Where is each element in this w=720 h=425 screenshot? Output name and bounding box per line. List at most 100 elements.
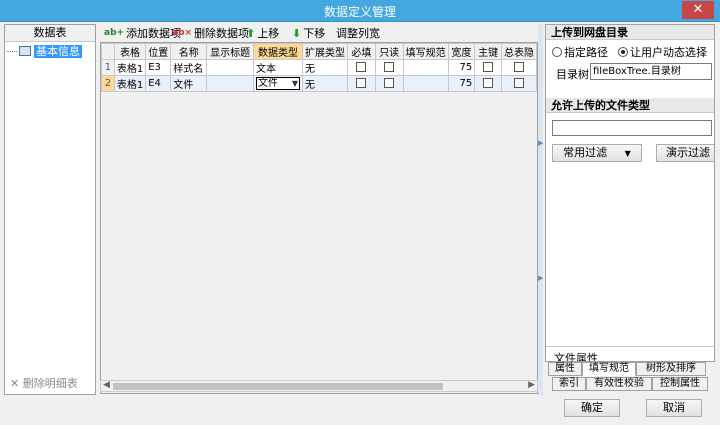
- radio-fixed-path[interactable]: [552, 47, 562, 57]
- properties-panel: 上传到网盘目录 指定路径 让用户动态选择 目录树 fileBoxTree.目录树…: [545, 24, 715, 362]
- scrollbar-thumb[interactable]: [113, 383, 443, 390]
- column-header[interactable]: 必填: [347, 43, 376, 60]
- add-item-button[interactable]: ab+ 添加数据项: [104, 25, 181, 41]
- primary-key-checkbox[interactable]: [483, 62, 494, 72]
- cell-rule[interactable]: [402, 59, 449, 76]
- arrow-down-icon: ⬇: [292, 26, 302, 40]
- column-header[interactable]: 总表隐: [500, 43, 538, 60]
- splitter-arrow-icon[interactable]: ▶: [538, 139, 543, 147]
- tab-properties[interactable]: 属性: [548, 362, 582, 376]
- column-header[interactable]: 只读: [374, 43, 404, 60]
- delete-detail-label: 删除明细表: [22, 377, 78, 390]
- cell-table[interactable]: 表格1: [113, 59, 147, 76]
- tab-tree-sort[interactable]: 树形及排序: [636, 362, 706, 376]
- cell-name[interactable]: 样式名: [170, 59, 208, 76]
- column-header[interactable]: 名称: [170, 43, 208, 60]
- cell-readonly[interactable]: [374, 59, 404, 76]
- column-header[interactable]: 宽度: [447, 43, 476, 60]
- column-header[interactable]: 显示标题: [206, 43, 254, 60]
- hidden-checkbox[interactable]: [513, 62, 524, 72]
- radio-fixed-path-label: 指定路径: [564, 46, 608, 59]
- column-header: [101, 43, 115, 60]
- data-type-value: 文件: [258, 78, 278, 89]
- divider: [546, 346, 714, 347]
- cell-title[interactable]: [206, 75, 254, 92]
- tab-fill-rules[interactable]: 填写规范: [582, 362, 636, 376]
- cancel-button[interactable]: 取消: [646, 399, 702, 417]
- cell-position[interactable]: E4: [145, 75, 172, 92]
- cell-width[interactable]: 75: [447, 75, 476, 92]
- column-header[interactable]: 主键: [474, 43, 502, 60]
- radio-dynamic-select[interactable]: [618, 47, 628, 57]
- cell-ext-type[interactable]: 无: [302, 59, 348, 76]
- table-list-panel: 数据表 基本信息: [4, 24, 96, 395]
- tab-control-props[interactable]: 控制属性: [652, 377, 708, 391]
- allowed-types-section: 允许上传的文件类型: [546, 98, 714, 113]
- tree-connector: [7, 50, 17, 52]
- column-header[interactable]: 填写规范: [402, 43, 449, 60]
- hidden-checkbox[interactable]: [513, 78, 524, 88]
- column-header[interactable]: 表格: [113, 43, 147, 60]
- column-header[interactable]: 数据类型: [253, 43, 303, 60]
- cell-hidden[interactable]: [500, 75, 538, 92]
- common-filter-dropdown[interactable]: 常用过滤 ▼: [552, 144, 642, 162]
- cell-rule[interactable]: [402, 75, 449, 92]
- row-number: 2: [101, 75, 115, 92]
- delete-item-icon: ab×: [172, 28, 193, 38]
- move-up-button[interactable]: ⬆ 上移: [246, 25, 279, 41]
- data-table: 表格 位置 名称 显示标题 数据类型 扩展类型 必填 只读 填写规范 宽度 主键…: [101, 43, 538, 92]
- cell-required[interactable]: [347, 75, 376, 92]
- delete-item-label: 删除数据项: [194, 27, 250, 40]
- readonly-checkbox[interactable]: [384, 78, 395, 88]
- cell-ext-type[interactable]: 无: [302, 75, 348, 92]
- table-row[interactable]: 2 表格1 E4 文件 文件 ▼ 无 75: [101, 75, 538, 92]
- data-type-dropdown[interactable]: 文件 ▼: [256, 77, 300, 90]
- allowed-types-header: 允许上传的文件类型: [546, 98, 714, 113]
- window-title: 数据定义管理: [323, 5, 396, 19]
- cell-width[interactable]: 75: [447, 59, 476, 76]
- delete-item-button[interactable]: ab× 删除数据项: [172, 25, 249, 41]
- cell-data-type[interactable]: 文件 ▼: [253, 75, 303, 92]
- panel-splitter[interactable]: ▶ ▶: [538, 24, 543, 395]
- move-down-button[interactable]: ⬇ 下移: [292, 25, 325, 41]
- dir-tree-field[interactable]: fileBoxTree.目录树: [590, 63, 712, 80]
- delete-detail-table-button[interactable]: ✕ 删除明细表: [4, 376, 96, 392]
- column-header[interactable]: 位置: [145, 43, 172, 60]
- table-list-header: 数据表: [5, 25, 95, 42]
- cell-primary-key[interactable]: [474, 59, 502, 76]
- cell-primary-key[interactable]: [474, 75, 502, 92]
- cell-readonly[interactable]: [374, 75, 404, 92]
- demo-filter-button[interactable]: 演示过滤: [656, 144, 714, 162]
- primary-key-checkbox[interactable]: [483, 78, 494, 88]
- cell-table[interactable]: 表格1: [113, 75, 147, 92]
- required-checkbox[interactable]: [356, 78, 367, 88]
- chevron-down-icon[interactable]: ▼: [292, 78, 298, 89]
- common-filter-label: 常用过滤: [563, 146, 608, 159]
- required-checkbox[interactable]: [356, 62, 367, 72]
- cell-title[interactable]: [206, 59, 254, 76]
- scroll-right-icon[interactable]: ▶: [528, 380, 535, 390]
- upload-section-header: 上传到网盘目录: [546, 25, 714, 40]
- readonly-checkbox[interactable]: [384, 62, 395, 72]
- tree-item-basic-info[interactable]: 基本信息: [7, 44, 82, 58]
- cell-hidden[interactable]: [500, 59, 538, 76]
- tab-validation[interactable]: 有效性校验: [586, 377, 652, 391]
- column-header[interactable]: 扩展类型: [302, 43, 348, 60]
- ok-button[interactable]: 确定: [564, 399, 620, 417]
- file-props-label: 文件属性: [554, 352, 598, 362]
- splitter-arrow-icon[interactable]: ▶: [538, 274, 543, 282]
- table-row[interactable]: 1 表格1 E3 样式名 文本 无 75: [101, 59, 538, 76]
- scroll-left-icon[interactable]: ◀: [103, 380, 110, 390]
- horizontal-scrollbar[interactable]: ◀ ▶: [100, 380, 538, 392]
- tab-index[interactable]: 索引: [552, 377, 586, 391]
- title-bar: 数据定义管理 ✕: [0, 0, 720, 22]
- adjust-width-button[interactable]: 调整列宽: [336, 25, 380, 41]
- close-button[interactable]: ✕: [682, 1, 714, 19]
- data-item-grid: 表格 位置 名称 显示标题 数据类型 扩展类型 必填 只读 填写规范 宽度 主键…: [100, 42, 538, 394]
- cell-position[interactable]: E3: [145, 59, 172, 76]
- cell-required[interactable]: [347, 59, 376, 76]
- cell-name[interactable]: 文件: [170, 75, 208, 92]
- grid-header-row: 表格 位置 名称 显示标题 数据类型 扩展类型 必填 只读 填写规范 宽度 主键…: [101, 43, 538, 60]
- cell-data-type[interactable]: 文本: [253, 59, 303, 76]
- file-types-input[interactable]: [552, 120, 712, 136]
